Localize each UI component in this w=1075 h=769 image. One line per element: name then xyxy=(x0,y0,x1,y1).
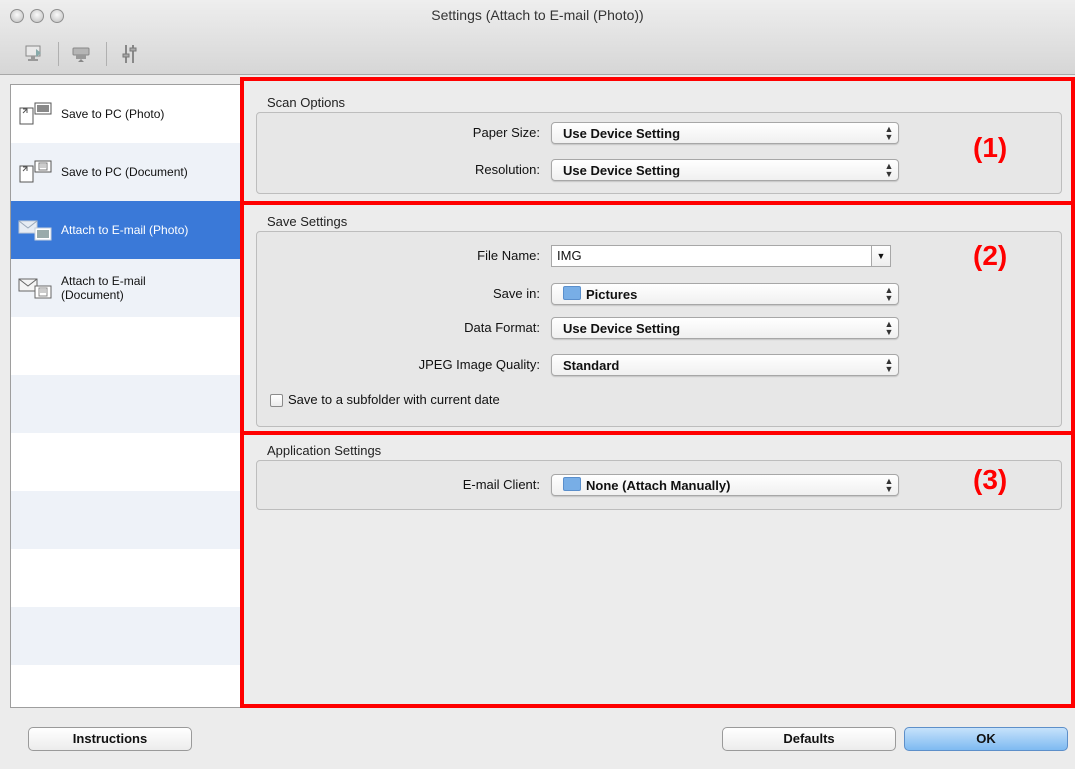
callout-2: (2) xyxy=(973,240,1008,271)
sidebar-item-save-to-pc-photo[interactable]: Save to PC (Photo) xyxy=(11,85,241,143)
instructions-button[interactable]: Instructions xyxy=(28,727,192,751)
sidebar-item-label: Save to PC (Document) xyxy=(61,165,188,179)
scan-from-panel-icon xyxy=(72,47,90,62)
folder-icon xyxy=(563,477,581,491)
scan-from-computer-tab[interactable] xyxy=(17,40,51,68)
defaults-button[interactable]: Defaults xyxy=(722,727,896,751)
scan-options-title: Scan Options xyxy=(267,95,346,110)
jpeg-quality-select[interactable]: Standard ▲ ▼ xyxy=(551,354,899,376)
chevron-down-icon[interactable]: ▼ xyxy=(872,245,891,267)
file-name-input[interactable]: IMG xyxy=(551,245,872,267)
sidebar-item-label: Attach to E-mail (Photo) xyxy=(61,223,189,237)
general-settings-icon xyxy=(122,45,137,63)
data-format-label: Data Format: xyxy=(464,320,540,335)
sidebar-item-attach-email-document[interactable]: Attach to E-mail (Document) xyxy=(11,259,241,317)
jpeg-quality-label: JPEG Image Quality: xyxy=(418,357,540,372)
email-client-select[interactable]: None (Attach Manually) ▲ ▼ xyxy=(551,474,899,496)
sidebar-item-label: Attach to E-mail (Document) xyxy=(61,274,146,302)
ok-button[interactable]: OK xyxy=(904,727,1068,751)
paper-size-select[interactable]: Use Device Setting ▲ ▼ xyxy=(551,122,899,144)
sidebar-item-label: Save to PC (Photo) xyxy=(61,107,165,121)
scan-mode-sidebar: Save to PC (Photo) Save to PC (Document) xyxy=(10,84,242,708)
window-title: Settings (Attach to E-mail (Photo)) xyxy=(431,7,644,23)
select-arrows-icon: ▲ ▼ xyxy=(884,476,894,494)
general-settings-tab[interactable] xyxy=(112,40,146,68)
scan-from-panel-tab[interactable] xyxy=(64,40,98,68)
sidebar-item-attach-email-photo[interactable]: Attach to E-mail (Photo) xyxy=(11,201,241,259)
select-arrows-icon: ▲ ▼ xyxy=(884,356,894,374)
select-arrows-icon: ▲ ▼ xyxy=(884,319,894,337)
subfolder-checkbox[interactable] xyxy=(270,394,283,407)
resolution-label: Resolution: xyxy=(474,162,540,177)
email-client-label: E-mail Client: xyxy=(462,477,540,492)
title-bar: Settings (Attach to E-mail (Photo)) xyxy=(0,0,1075,75)
save-photo-icon xyxy=(19,102,52,125)
sidebar-item-save-to-pc-document[interactable]: Save to PC (Document) xyxy=(11,143,241,201)
email-document-icon xyxy=(18,278,52,299)
email-photo-icon xyxy=(18,220,52,241)
save-in-select[interactable]: Pictures ▲ ▼ xyxy=(551,283,899,305)
scan-from-computer-icon xyxy=(25,45,41,61)
callout-1: (1) xyxy=(973,132,1008,163)
paper-size-label: Paper Size: xyxy=(472,125,540,140)
data-format-select[interactable]: Use Device Setting ▲ ▼ xyxy=(551,317,899,339)
select-arrows-icon: ▲ ▼ xyxy=(884,124,894,142)
save-in-label: Save in: xyxy=(493,286,540,301)
subfolder-checkbox-label[interactable]: Save to a subfolder with current date xyxy=(288,392,500,407)
select-arrows-icon: ▲ ▼ xyxy=(884,285,894,303)
save-settings-title: Save Settings xyxy=(267,214,348,229)
select-arrows-icon: ▲ ▼ xyxy=(884,161,894,179)
file-name-label: File Name: xyxy=(477,248,540,263)
settings-window: Settings (Attach to E-mail (Photo)) Save… xyxy=(0,0,1075,769)
file-name-combo[interactable]: IMG ▼ xyxy=(551,245,891,267)
resolution-select[interactable]: Use Device Setting ▲ ▼ xyxy=(551,159,899,181)
application-settings-title: Application Settings xyxy=(267,443,382,458)
folder-icon xyxy=(563,286,581,300)
callout-3: (3) xyxy=(973,464,1008,495)
save-document-icon xyxy=(19,160,52,183)
